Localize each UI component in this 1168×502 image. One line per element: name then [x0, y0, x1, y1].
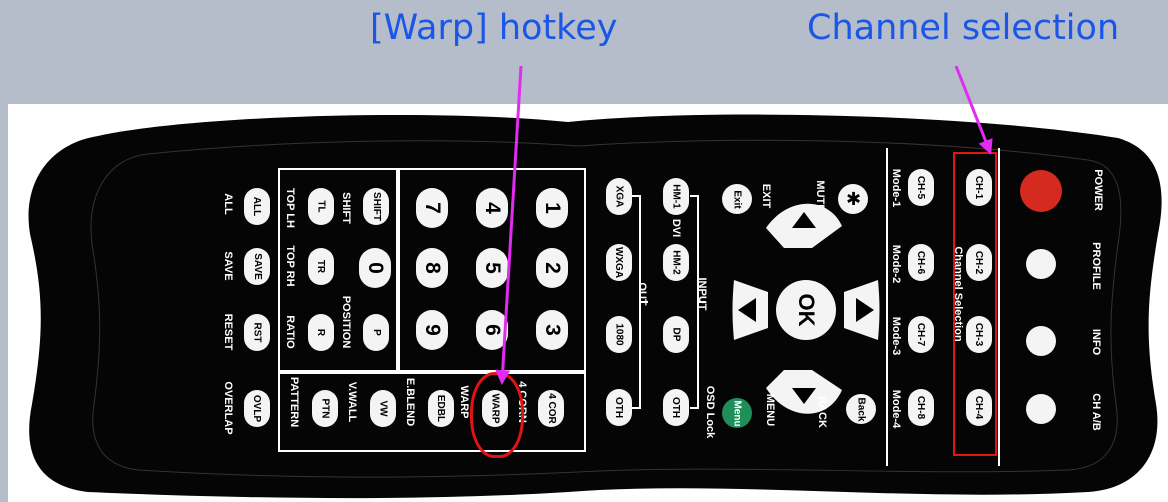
top-rh-label: TOP RH: [284, 245, 296, 287]
ch-7-button[interactable]: CH-7: [908, 316, 934, 353]
profile-label: PROFILE: [1090, 242, 1102, 290]
dp-button[interactable]: DP: [663, 316, 689, 353]
info-button[interactable]: [1026, 326, 1056, 356]
number-6-button[interactable]: 6: [476, 310, 508, 350]
tr-button[interactable]: TR: [308, 248, 334, 285]
ratio-label: RATIO: [284, 315, 296, 349]
hm-2-button[interactable]: HM-2: [663, 244, 689, 281]
output-bracket: [632, 195, 648, 409]
r-button[interactable]: R: [308, 314, 334, 351]
ovlp-button[interactable]: OVLP: [244, 390, 270, 427]
callout-warp-hotkey: [Warp] hotkey: [370, 8, 618, 48]
remote-image-panel: POWER PROFILE INFO CH A/B CH-1 CH-2 CH-3…: [8, 104, 1168, 502]
separator-line: [998, 148, 1000, 466]
menu-button[interactable]: Menu: [722, 398, 752, 428]
ch-8-button[interactable]: CH-8: [908, 389, 934, 426]
back-label: BACK: [816, 396, 828, 428]
number-0-button[interactable]: 0: [359, 248, 391, 288]
number-1-button[interactable]: 1: [536, 188, 568, 228]
hm-1-button[interactable]: HM-1: [663, 178, 689, 215]
info-label: INFO: [1090, 328, 1102, 356]
position-label: POSITION: [340, 295, 352, 349]
rst-button[interactable]: RST: [244, 314, 270, 351]
edbl-button[interactable]: EDBL: [428, 390, 454, 427]
eblend-label: E.BLEND: [404, 377, 416, 427]
menu-label: MENU: [764, 393, 776, 427]
number-8-button[interactable]: 8: [416, 248, 448, 288]
callout-channel-selection: Channel selection: [807, 8, 1120, 48]
vwall-label: V.WALL: [346, 381, 358, 423]
ch-ab-label: CH A/B: [1090, 393, 1102, 431]
number-7-button[interactable]: 7: [416, 188, 448, 228]
1080-button[interactable]: 1080: [606, 316, 632, 353]
overlap-label: OVERLAP: [222, 381, 234, 435]
p-button[interactable]: P: [363, 314, 389, 351]
all-button[interactable]: ALL: [244, 188, 270, 225]
profile-button[interactable]: [1026, 249, 1056, 279]
ch-5-button[interactable]: CH-5: [908, 169, 934, 206]
number-4-button[interactable]: 4: [476, 188, 508, 228]
shift-button[interactable]: SHIFT: [363, 188, 389, 225]
save-label: SAVE: [222, 251, 234, 281]
reset-label: RESET: [222, 313, 234, 351]
pattern-label: PATTERN: [288, 376, 300, 428]
number-2-button[interactable]: 2: [536, 248, 568, 288]
save-button[interactable]: SAVE: [244, 248, 270, 285]
dvi-label: DVI: [670, 218, 682, 238]
warp-highlight-circle: [470, 372, 524, 458]
input-oth-button[interactable]: OTH: [663, 389, 689, 426]
warp-label: WARP: [458, 385, 470, 419]
number-9-button[interactable]: 9: [416, 310, 448, 350]
back-button[interactable]: Back: [846, 394, 876, 424]
tl-button[interactable]: TL: [308, 188, 334, 225]
input-bracket: [690, 195, 706, 409]
all-label: ALL: [222, 193, 234, 215]
power-button[interactable]: [1020, 170, 1062, 212]
vw-button[interactable]: VW: [370, 390, 396, 427]
power-label: POWER: [1092, 169, 1104, 211]
ok-label: OK: [794, 293, 819, 327]
number-5-button[interactable]: 5: [476, 248, 508, 288]
4-cor-button[interactable]: 4 COR: [538, 390, 564, 427]
top-lh-label: TOP LH: [284, 188, 296, 228]
shift-label: SHIFT: [340, 192, 352, 224]
xga-button[interactable]: XGA: [606, 178, 632, 215]
ch-6-button[interactable]: CH-6: [908, 244, 934, 281]
channel-selection-highlight: [953, 152, 997, 456]
number-3-button[interactable]: 3: [536, 310, 568, 350]
output-oth-button[interactable]: OTH: [606, 389, 632, 426]
ptn-button[interactable]: PTN: [312, 390, 338, 427]
wxga-button[interactable]: WXGA: [606, 244, 632, 281]
ch-ab-button[interactable]: [1026, 394, 1056, 424]
